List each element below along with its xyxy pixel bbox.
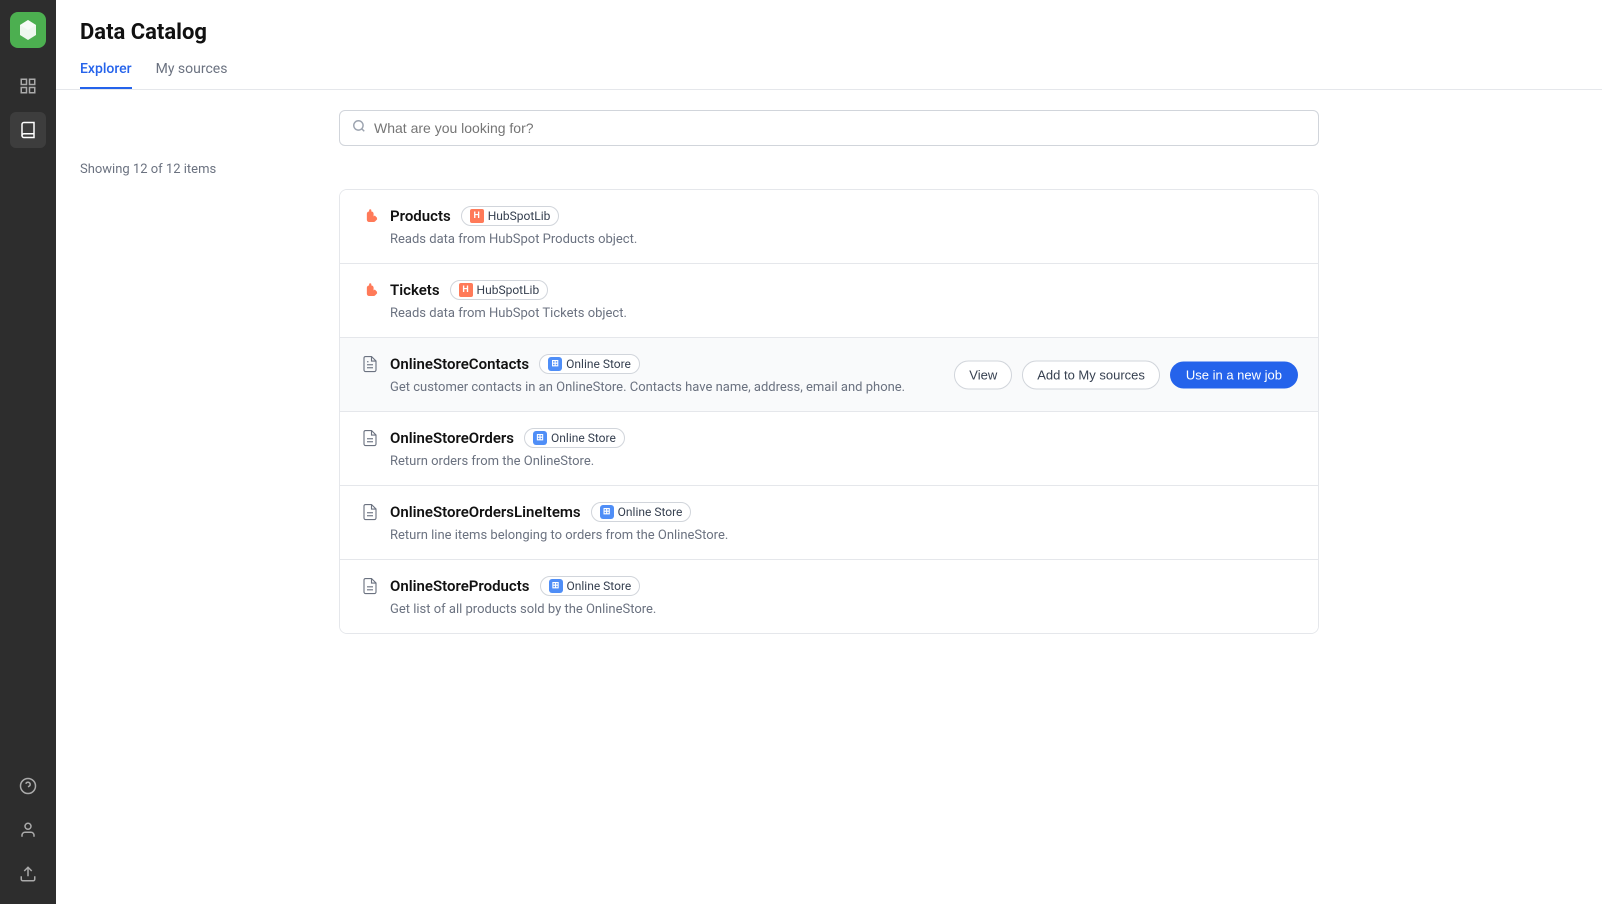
badge-tickets: H HubSpotLib	[450, 280, 549, 300]
content-area: Showing 12 of 12 items Products H HubSpo…	[56, 90, 1602, 904]
badge-label-line-items: Online Store	[618, 505, 683, 519]
item-desc-products: Reads data from HubSpot Products object.	[390, 232, 1298, 247]
search-icon	[352, 119, 366, 137]
badge-line-items: ⊞ Online Store	[591, 502, 692, 522]
badge-orders: ⊞ Online Store	[524, 428, 625, 448]
item-name-orders: OnlineStoreOrders	[390, 429, 514, 447]
item-desc-os-products: Get list of all products sold by the Onl…	[390, 602, 1298, 617]
sidebar	[0, 0, 56, 904]
search-input[interactable]	[374, 120, 1306, 136]
badge-os-products: ⊞ Online Store	[540, 576, 641, 596]
catalog-item-online-store-orders: OnlineStoreOrders ⊞ Online Store Return …	[340, 412, 1318, 486]
showing-count: Showing 12 of 12 items	[80, 162, 1578, 177]
doc-icon-line-items	[360, 502, 380, 522]
online-store-badge-icon-contacts: ⊞	[548, 357, 562, 371]
item-header-tickets: Tickets H HubSpotLib	[360, 280, 1298, 300]
item-header-orders: OnlineStoreOrders ⊞ Online Store	[360, 428, 1298, 448]
hubspot-badge-icon-products: H	[470, 209, 484, 223]
doc-icon-orders	[360, 428, 380, 448]
catalog-item-online-store-contacts: OnlineStoreContacts ⊞ Online Store Get c…	[340, 338, 1318, 412]
item-name-tickets: Tickets	[390, 281, 440, 299]
sidebar-nav-user[interactable]	[10, 812, 46, 848]
item-name-line-items: OnlineStoreOrdersLineItems	[390, 503, 581, 521]
online-store-badge-icon-os-products: ⊞	[549, 579, 563, 593]
catalog-item-online-store-orders-line-items: OnlineStoreOrdersLineItems ⊞ Online Stor…	[340, 486, 1318, 560]
online-store-badge-icon-orders: ⊞	[533, 431, 547, 445]
main-content: Data Catalog Explorer My sources Showing…	[56, 0, 1602, 904]
item-name-products: Products	[390, 207, 451, 225]
app-logo[interactable]	[10, 12, 46, 48]
hubspot-icon-products	[360, 206, 380, 226]
badge-label-orders: Online Store	[551, 431, 616, 445]
hubspot-badge-icon-tickets: H	[459, 283, 473, 297]
online-store-badge-icon-line-items: ⊞	[600, 505, 614, 519]
sidebar-nav-book[interactable]	[10, 112, 46, 148]
catalog-item-tickets: Tickets H HubSpotLib Reads data from Hub…	[340, 264, 1318, 338]
item-desc-orders: Return orders from the OnlineStore.	[390, 454, 1298, 469]
view-button-contacts[interactable]: View	[954, 360, 1012, 389]
badge-label-products: HubSpotLib	[488, 209, 551, 223]
item-header-line-items: OnlineStoreOrdersLineItems ⊞ Online Stor…	[360, 502, 1298, 522]
item-desc-line-items: Return line items belonging to orders fr…	[390, 528, 1298, 543]
tab-my-sources[interactable]: My sources	[156, 61, 228, 89]
item-desc-tickets: Reads data from HubSpot Tickets object.	[390, 306, 1298, 321]
page-header: Data Catalog Explorer My sources	[56, 0, 1602, 90]
tab-bar: Explorer My sources	[80, 61, 1578, 89]
tab-explorer[interactable]: Explorer	[80, 61, 132, 89]
use-in-new-job-button-contacts[interactable]: Use in a new job	[1170, 361, 1298, 388]
add-to-my-sources-button-contacts[interactable]: Add to My sources	[1022, 360, 1160, 389]
item-header-os-products: OnlineStoreProducts ⊞ Online Store	[360, 576, 1298, 596]
search-bar	[339, 110, 1319, 146]
item-header-products: Products H HubSpotLib	[360, 206, 1298, 226]
doc-icon-contacts	[360, 354, 380, 374]
badge-label-tickets: HubSpotLib	[477, 283, 540, 297]
sidebar-nav-grid[interactable]	[10, 68, 46, 104]
badge-label-contacts: Online Store	[566, 357, 631, 371]
catalog-item-products: Products H HubSpotLib Reads data from Hu…	[340, 190, 1318, 264]
hubspot-icon-tickets	[360, 280, 380, 300]
item-actions-contacts: View Add to My sources Use in a new job	[954, 360, 1298, 389]
sidebar-nav-export[interactable]	[10, 856, 46, 892]
catalog-item-online-store-products: OnlineStoreProducts ⊞ Online Store Get l…	[340, 560, 1318, 633]
item-name-contacts: OnlineStoreContacts	[390, 355, 529, 373]
badge-contacts: ⊞ Online Store	[539, 354, 640, 374]
item-name-os-products: OnlineStoreProducts	[390, 577, 530, 595]
badge-products: H HubSpotLib	[461, 206, 560, 226]
badge-label-os-products: Online Store	[567, 579, 632, 593]
page-title: Data Catalog	[80, 20, 1578, 45]
sidebar-nav-help[interactable]	[10, 768, 46, 804]
doc-icon-os-products	[360, 576, 380, 596]
catalog-list: Products H HubSpotLib Reads data from Hu…	[339, 189, 1319, 634]
